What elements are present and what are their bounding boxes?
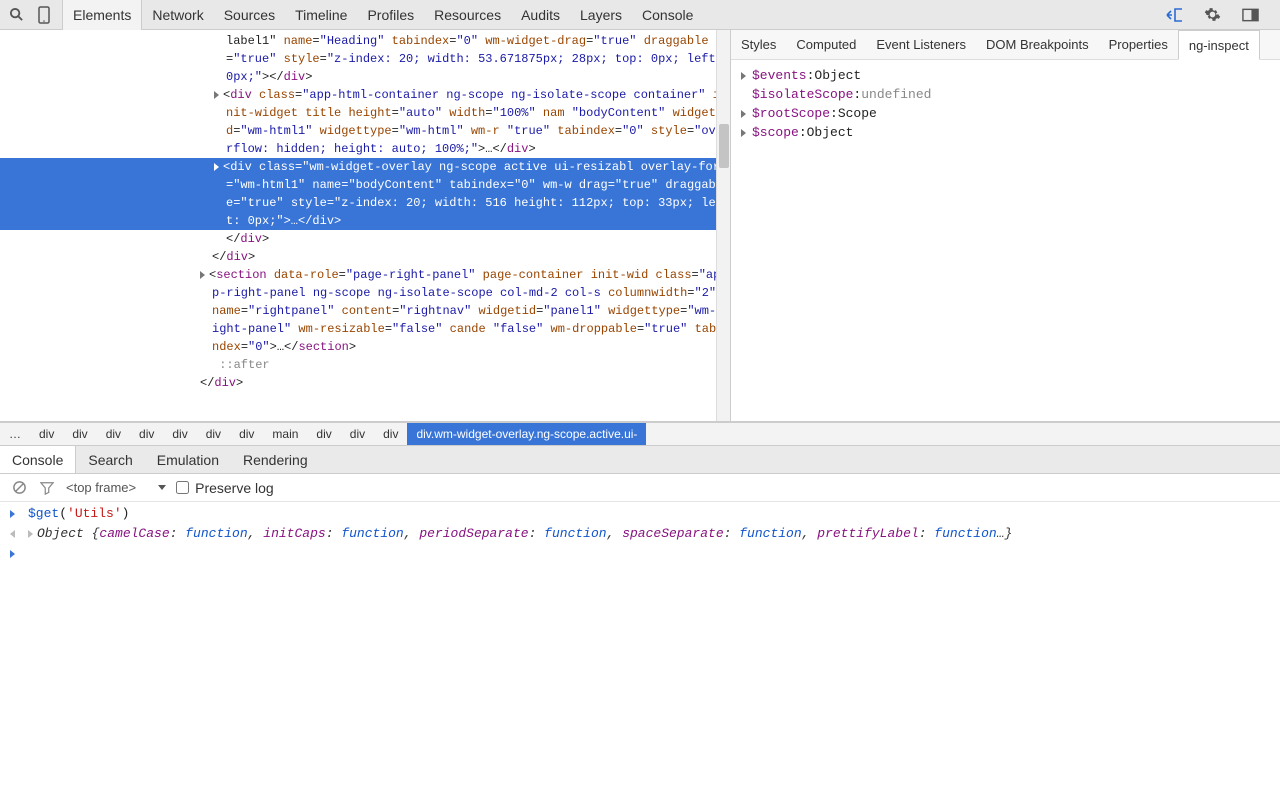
chevron-down-icon [158, 485, 166, 490]
main-tab-elements[interactable]: Elements [62, 0, 142, 30]
property-value: Object [807, 123, 854, 142]
side-tab-dom-breakpoints[interactable]: DOM Breakpoints [976, 30, 1099, 59]
breadcrumb-item[interactable]: div [63, 423, 96, 445]
dom-tree[interactable]: label1" name="Heading" tabindex="0" wm-w… [0, 30, 731, 394]
breadcrumb[interactable]: …divdivdivdivdivdivdivmaindivdivdivdiv.w… [0, 422, 1280, 446]
console-body[interactable]: $get('Utils')Object {camelCase: function… [0, 502, 1280, 566]
device-mode-icon[interactable] [34, 5, 54, 25]
toggle-drawer-icon[interactable] [1164, 5, 1184, 25]
breadcrumb-item[interactable]: div [230, 423, 263, 445]
main-tab-console[interactable]: Console [632, 0, 703, 30]
drawer-tab-emulation[interactable]: Emulation [145, 446, 231, 473]
expand-arrow-icon[interactable] [214, 163, 219, 171]
frame-select-label: <top frame> [66, 480, 136, 495]
drawer-tab-rendering[interactable]: Rendering [231, 446, 320, 473]
side-tab-properties[interactable]: Properties [1099, 30, 1178, 59]
main-tab-resources[interactable]: Resources [424, 0, 511, 30]
property-key: $events [752, 66, 807, 85]
dom-node[interactable]: <section data-role="page-right-panel" pa… [0, 266, 731, 356]
side-tab-styles[interactable]: Styles [731, 30, 786, 59]
side-body[interactable]: $events: Object$isolateScope: undefined$… [731, 60, 1280, 148]
console-row: Object {camelCase: function, initCaps: f… [0, 524, 1280, 544]
breadcrumb-item[interactable]: div [197, 423, 230, 445]
expand-arrow-icon[interactable] [741, 129, 746, 137]
dom-node[interactable]: </div> [0, 230, 731, 248]
scope-property[interactable]: $scope: Object [741, 123, 1270, 142]
elements-dom-pane[interactable]: label1" name="Heading" tabindex="0" wm-w… [0, 30, 731, 421]
main-tab-timeline[interactable]: Timeline [285, 0, 357, 30]
frame-select[interactable]: <top frame> [66, 480, 166, 495]
main-tab-network[interactable]: Network [142, 0, 213, 30]
console-row: $get('Utils') [0, 504, 1280, 524]
scope-property[interactable]: $isolateScope: undefined [741, 85, 1270, 104]
property-key: $isolateScope [752, 85, 853, 104]
drawer-tab-search[interactable]: Search [76, 446, 144, 473]
dom-node[interactable]: </div> [0, 248, 731, 266]
console-toolbar: <top frame> Preserve log [0, 474, 1280, 502]
preserve-log-label: Preserve log [195, 480, 274, 496]
breadcrumb-item[interactable]: div [97, 423, 130, 445]
dom-node[interactable]: <div class="app-html-container ng-scope … [0, 86, 731, 158]
devtools-toolbar: ElementsNetworkSourcesTimelineProfilesRe… [0, 0, 1280, 30]
property-value: Scope [838, 104, 877, 123]
gear-icon[interactable] [1202, 5, 1222, 25]
vertical-scrollbar[interactable] [716, 30, 730, 421]
filter-icon[interactable] [38, 479, 56, 497]
breadcrumb-item[interactable]: div [130, 423, 163, 445]
clear-console-icon[interactable] [10, 479, 28, 497]
console-text: Object {camelCase: function, initCaps: f… [28, 524, 1270, 544]
property-key: $scope [752, 123, 799, 142]
main-tab-profiles[interactable]: Profiles [357, 0, 424, 30]
side-tab-computed[interactable]: Computed [786, 30, 866, 59]
breadcrumb-item[interactable]: div [307, 423, 340, 445]
main-tab-audits[interactable]: Audits [511, 0, 570, 30]
drawer-tabs: ConsoleSearchEmulationRendering [0, 446, 1280, 474]
scrollbar-thumb[interactable] [719, 124, 729, 168]
expand-arrow-icon[interactable] [741, 110, 746, 118]
expand-arrow-icon[interactable] [741, 72, 746, 80]
dom-node[interactable]: label1" name="Heading" tabindex="0" wm-w… [0, 32, 731, 86]
preserve-log[interactable]: Preserve log [176, 480, 274, 496]
console-row[interactable] [0, 544, 1280, 564]
side-tab-ng-inspect[interactable]: ng-inspect [1178, 30, 1260, 60]
property-value: undefined [861, 85, 931, 104]
preserve-log-checkbox[interactable] [176, 481, 189, 494]
prompt-chevron-icon [10, 550, 15, 558]
breadcrumb-item[interactable]: main [263, 423, 307, 445]
breadcrumb-item[interactable]: … [0, 423, 30, 445]
console-text: $get('Utils') [28, 504, 1270, 524]
side-tabs: StylesComputedEvent ListenersDOM Breakpo… [731, 30, 1280, 60]
property-value: Object [814, 66, 861, 85]
toolbar-right [1164, 5, 1274, 25]
breadcrumb-item[interactable]: div.wm-widget-overlay.ng-scope.active.ui… [407, 423, 646, 445]
scope-property[interactable]: $events: Object [741, 66, 1270, 85]
breadcrumb-item[interactable]: div [374, 423, 407, 445]
expand-arrow-icon[interactable] [200, 271, 205, 279]
dom-node[interactable]: </div> [0, 374, 731, 392]
property-key: $rootScope [752, 104, 830, 123]
output-chevron-icon [10, 530, 15, 538]
main-area: label1" name="Heading" tabindex="0" wm-w… [0, 30, 1280, 422]
input-chevron-icon [10, 510, 15, 518]
main-tabs: ElementsNetworkSourcesTimelineProfilesRe… [62, 0, 703, 30]
scope-property[interactable]: $rootScope: Scope [741, 104, 1270, 123]
dom-node[interactable]: <div class="wm-widget-overlay ng-scope a… [0, 158, 731, 230]
search-icon[interactable] [6, 5, 26, 25]
breadcrumb-item[interactable]: div [30, 423, 63, 445]
main-tab-layers[interactable]: Layers [570, 0, 632, 30]
breadcrumb-item[interactable]: div [341, 423, 374, 445]
elements-side-pane: StylesComputedEvent ListenersDOM Breakpo… [731, 30, 1280, 421]
breadcrumb-item[interactable]: div [163, 423, 196, 445]
dock-icon[interactable] [1240, 5, 1260, 25]
drawer-tab-console[interactable]: Console [0, 446, 76, 473]
main-tab-sources[interactable]: Sources [214, 0, 285, 30]
expand-arrow-icon[interactable] [214, 91, 219, 99]
side-tab-event-listeners[interactable]: Event Listeners [866, 30, 976, 59]
dom-node[interactable]: ::after [0, 356, 731, 374]
